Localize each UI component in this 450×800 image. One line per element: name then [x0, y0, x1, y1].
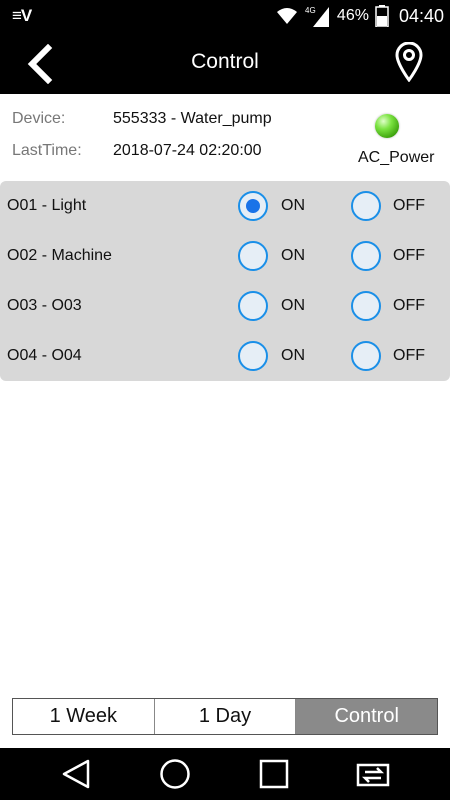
outputs-panel: O01 - Light ON OFF O02 - Machine ON OFF …	[0, 181, 450, 381]
tab-control[interactable]: Control	[295, 699, 438, 734]
signal-icon: 4G	[305, 6, 329, 27]
output-name: O03 - O03	[7, 297, 82, 314]
switch-apps-icon[interactable]	[355, 756, 391, 792]
tab-1-week[interactable]: 1 Week	[13, 699, 154, 734]
wifi-icon	[276, 8, 297, 24]
battery-percent: 46%	[336, 7, 369, 24]
on-label: ON	[281, 297, 305, 314]
output-name: O02 - Machine	[7, 247, 112, 264]
off-radio[interactable]	[351, 341, 381, 371]
home-circle-icon[interactable]	[157, 756, 193, 792]
output-row: O04 - O04 ON OFF	[0, 331, 450, 381]
off-radio[interactable]	[351, 241, 381, 271]
bottom-tabs: 1 Week 1 Day Control	[12, 698, 438, 735]
battery-icon	[375, 5, 389, 27]
carrier-logo: ≡V	[12, 6, 32, 25]
power-status-label: AC_Power	[358, 149, 435, 166]
off-radio[interactable]	[351, 291, 381, 321]
content-area: Device: 555333 - Water_pump LastTime: 20…	[0, 94, 450, 748]
output-name: O01 - Light	[7, 197, 87, 214]
lasttime-value: 2018-07-24 02:20:00	[113, 142, 262, 159]
device-value: 555333 - Water_pump	[113, 110, 272, 127]
device-label: Device:	[12, 110, 66, 127]
recents-square-icon[interactable]	[256, 756, 292, 792]
output-row: O02 - Machine ON OFF	[0, 231, 450, 281]
off-label: OFF	[393, 297, 425, 314]
on-label: ON	[281, 197, 305, 214]
tab-1-day[interactable]: 1 Day	[153, 699, 296, 734]
app-header: Control	[0, 32, 450, 94]
back-triangle-icon[interactable]	[58, 756, 94, 792]
power-status-indicator	[375, 114, 399, 138]
output-name: O04 - O04	[7, 347, 82, 364]
status-bar: ≡V 4G 46% 04:40	[0, 0, 450, 32]
output-row: O01 - Light ON OFF	[0, 181, 450, 231]
on-label: ON	[281, 247, 305, 264]
page-title: Control	[191, 50, 259, 73]
on-radio[interactable]	[238, 191, 268, 221]
clock-time: 04:40	[398, 5, 444, 26]
lasttime-label: LastTime:	[12, 142, 82, 159]
on-radio[interactable]	[238, 291, 268, 321]
network-type-label: 4G	[305, 6, 316, 15]
on-label: ON	[281, 347, 305, 364]
device-info: Device: 555333 - Water_pump LastTime: 20…	[0, 94, 450, 178]
status-icons: 4G 46% 04:40	[275, 4, 444, 28]
system-nav-bar	[0, 748, 450, 800]
off-label: OFF	[393, 247, 425, 264]
off-label: OFF	[393, 197, 425, 214]
off-label: OFF	[393, 347, 425, 364]
output-row: O03 - O03 ON OFF	[0, 281, 450, 331]
on-radio[interactable]	[238, 241, 268, 271]
on-radio[interactable]	[238, 341, 268, 371]
off-radio[interactable]	[351, 191, 381, 221]
location-pin-icon[interactable]	[394, 42, 424, 82]
